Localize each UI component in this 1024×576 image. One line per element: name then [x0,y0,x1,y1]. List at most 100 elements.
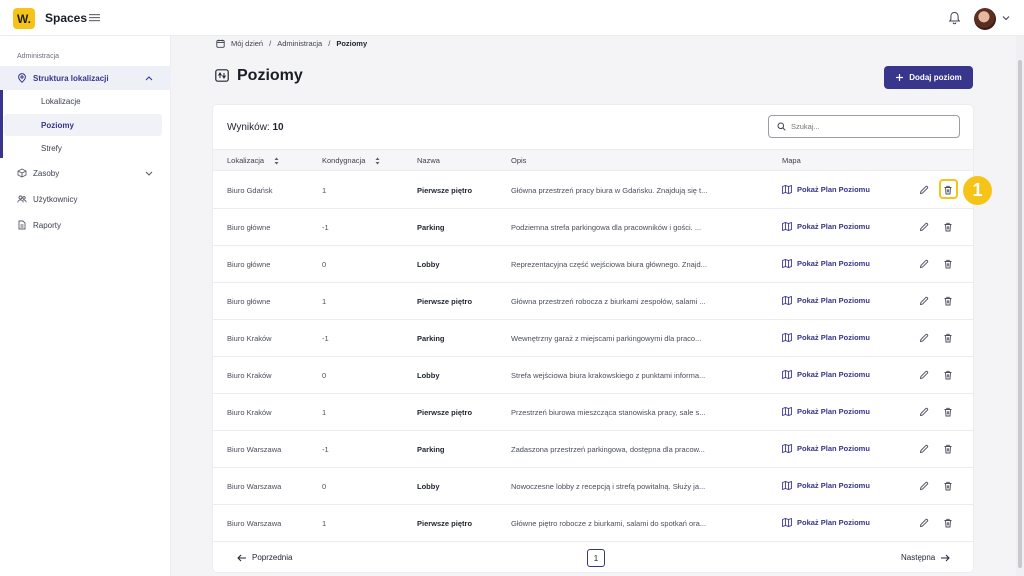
cell-description: Strefa wejściowa biura krakowskiego z pu… [511,371,706,380]
delete-button-highlight [939,179,958,199]
user-avatar[interactable] [974,8,996,30]
sidebar-item-resources[interactable]: Zasoby [0,161,171,185]
edit-pencil-icon[interactable] [919,296,929,306]
cell-floor: 0 [322,482,327,491]
map-link-label: Pokaż Plan Poziomu [797,296,870,305]
results-value: 10 [272,122,284,133]
column-label: Kondygnacja [322,156,366,165]
cell-description: Reprezentacyjna część wejściowa biura gł… [511,260,707,269]
cell-name: Pierwsze piętro [417,186,473,195]
edit-pencil-icon[interactable] [919,333,929,343]
chevron-down-icon [145,171,153,176]
show-level-plan-link[interactable]: Pokaż Plan Poziomu [782,444,870,453]
delete-trash-icon[interactable] [943,518,953,528]
delete-trash-icon[interactable] [943,333,953,343]
show-level-plan-link[interactable]: Pokaż Plan Poziomu [782,259,870,268]
show-level-plan-link[interactable]: Pokaż Plan Poziomu [782,185,870,194]
report-icon [18,220,26,230]
cell-name: Parking [417,223,445,232]
table-row: Biuro Warszawa 0 Lobby Nowoczesne lobby z r… [213,468,973,505]
table-row: Biuro Warszawa 1 Pierwsze piętro Główne pię… [213,505,973,542]
breadcrumb-admin[interactable]: Administracja [277,39,322,48]
users-icon [17,195,27,203]
notifications-bell-icon[interactable] [948,11,961,25]
show-level-plan-link[interactable]: Pokaż Plan Poziomu [782,296,870,305]
column-header-location[interactable]: Lokalizacja [227,156,279,165]
sidebar-item-structure[interactable]: Struktura lokalizacji [0,66,171,90]
cell-floor: -1 [322,445,329,454]
edit-pencil-icon[interactable] [919,481,929,491]
delete-trash-icon[interactable] [943,407,953,417]
show-level-plan-link[interactable]: Pokaż Plan Poziomu [782,407,870,416]
cell-name: Pierwsze piętro [417,408,473,417]
breadcrumb: Mój dzień / Administracja / Poziomy [216,39,367,48]
edit-pencil-icon[interactable] [919,222,929,232]
column-header-floor[interactable]: Kondygnacja [322,156,380,165]
delete-trash-icon[interactable] [943,444,953,454]
map-link-label: Pokaż Plan Poziomu [797,222,870,231]
chevron-down-icon[interactable] [1002,15,1010,21]
sidebar-subitem-zones[interactable]: Strefy [41,144,62,153]
sidebar-subitem-locations[interactable]: Lokalizacje [41,97,81,106]
delete-trash-icon[interactable] [943,222,953,232]
levels-icon [215,69,229,82]
edit-pencil-icon[interactable] [919,185,929,195]
hamburger-menu-icon[interactable] [89,12,100,23]
sidebar-subitem-levels[interactable]: Poziomy [41,121,74,130]
cell-description: Zadaszona przestrzeń parkingowa, dostępn… [511,445,705,454]
show-level-plan-link[interactable]: Pokaż Plan Poziomu [782,518,870,527]
cell-description: Podziemna strefa parkingowa dla pracowni… [511,223,702,232]
map-pin-icon [18,73,26,83]
top-bar: W. Spaces [0,0,1024,36]
cell-location: Biuro Warszawa [227,445,282,454]
delete-trash-icon[interactable] [943,259,953,269]
results-count: Wyników: 10 [227,122,284,133]
table-row: Biuro główne -1 Parking Podziemna strefa pa… [213,209,973,246]
map-link-label: Pokaż Plan Poziomu [797,185,870,194]
cell-description: Wewnętrzny garaż z miejscami parkingowym… [511,334,702,343]
table-header: Lokalizacja Kondygnacja Nazwa Opis Mapa [213,149,973,171]
edit-pencil-icon[interactable] [919,518,929,528]
show-level-plan-link[interactable]: Pokaż Plan Poziomu [782,333,870,342]
cell-location: Biuro główne [227,223,271,232]
map-link-label: Pokaż Plan Poziomu [797,407,870,416]
show-level-plan-link[interactable]: Pokaż Plan Poziomu [782,222,870,231]
cell-floor: -1 [322,334,329,343]
table-row: Biuro Kraków -1 Parking Wewnętrzny garaż z … [213,320,973,357]
search-input[interactable] [791,122,951,131]
scrollbar-thumb[interactable] [1018,60,1022,568]
sidebar-item-users[interactable]: Użytkownicy [0,187,171,211]
column-label: Mapa [782,156,801,165]
cell-floor: 1 [322,297,327,306]
sort-icon[interactable] [375,157,380,165]
cell-name: Parking [417,334,445,343]
delete-trash-icon[interactable] [943,296,953,306]
sidebar-item-label: Raporty [33,220,62,230]
sidebar-item-label: Użytkownicy [33,194,78,204]
sort-icon[interactable] [274,157,279,165]
map-icon [782,444,792,453]
cell-name: Lobby [417,371,440,380]
previous-page-button[interactable]: Poprzednia [237,553,292,562]
cell-location: Biuro Kraków [227,371,272,380]
edit-pencil-icon[interactable] [919,444,929,454]
search-box[interactable] [768,115,960,138]
show-level-plan-link[interactable]: Pokaż Plan Poziomu [782,481,870,490]
arrow-right-icon [941,554,950,561]
cell-name: Lobby [417,260,440,269]
edit-pencil-icon[interactable] [919,407,929,417]
next-page-button[interactable]: Następna [901,553,950,562]
breadcrumb-home[interactable]: Mój dzień [231,39,263,48]
app-logo[interactable]: W. [13,8,35,29]
delete-trash-icon[interactable] [943,370,953,380]
sidebar-item-reports[interactable]: Raporty [0,213,171,237]
edit-pencil-icon[interactable] [919,370,929,380]
page-number-current[interactable]: 1 [587,549,605,567]
show-level-plan-link[interactable]: Pokaż Plan Poziomu [782,370,870,379]
sidebar-item-label: Zasoby [33,168,60,178]
chevron-up-icon [145,75,153,80]
edit-pencil-icon[interactable] [919,259,929,269]
map-icon [782,407,792,416]
delete-trash-icon[interactable] [943,481,953,491]
add-level-button[interactable]: Dodaj poziom [884,66,973,89]
